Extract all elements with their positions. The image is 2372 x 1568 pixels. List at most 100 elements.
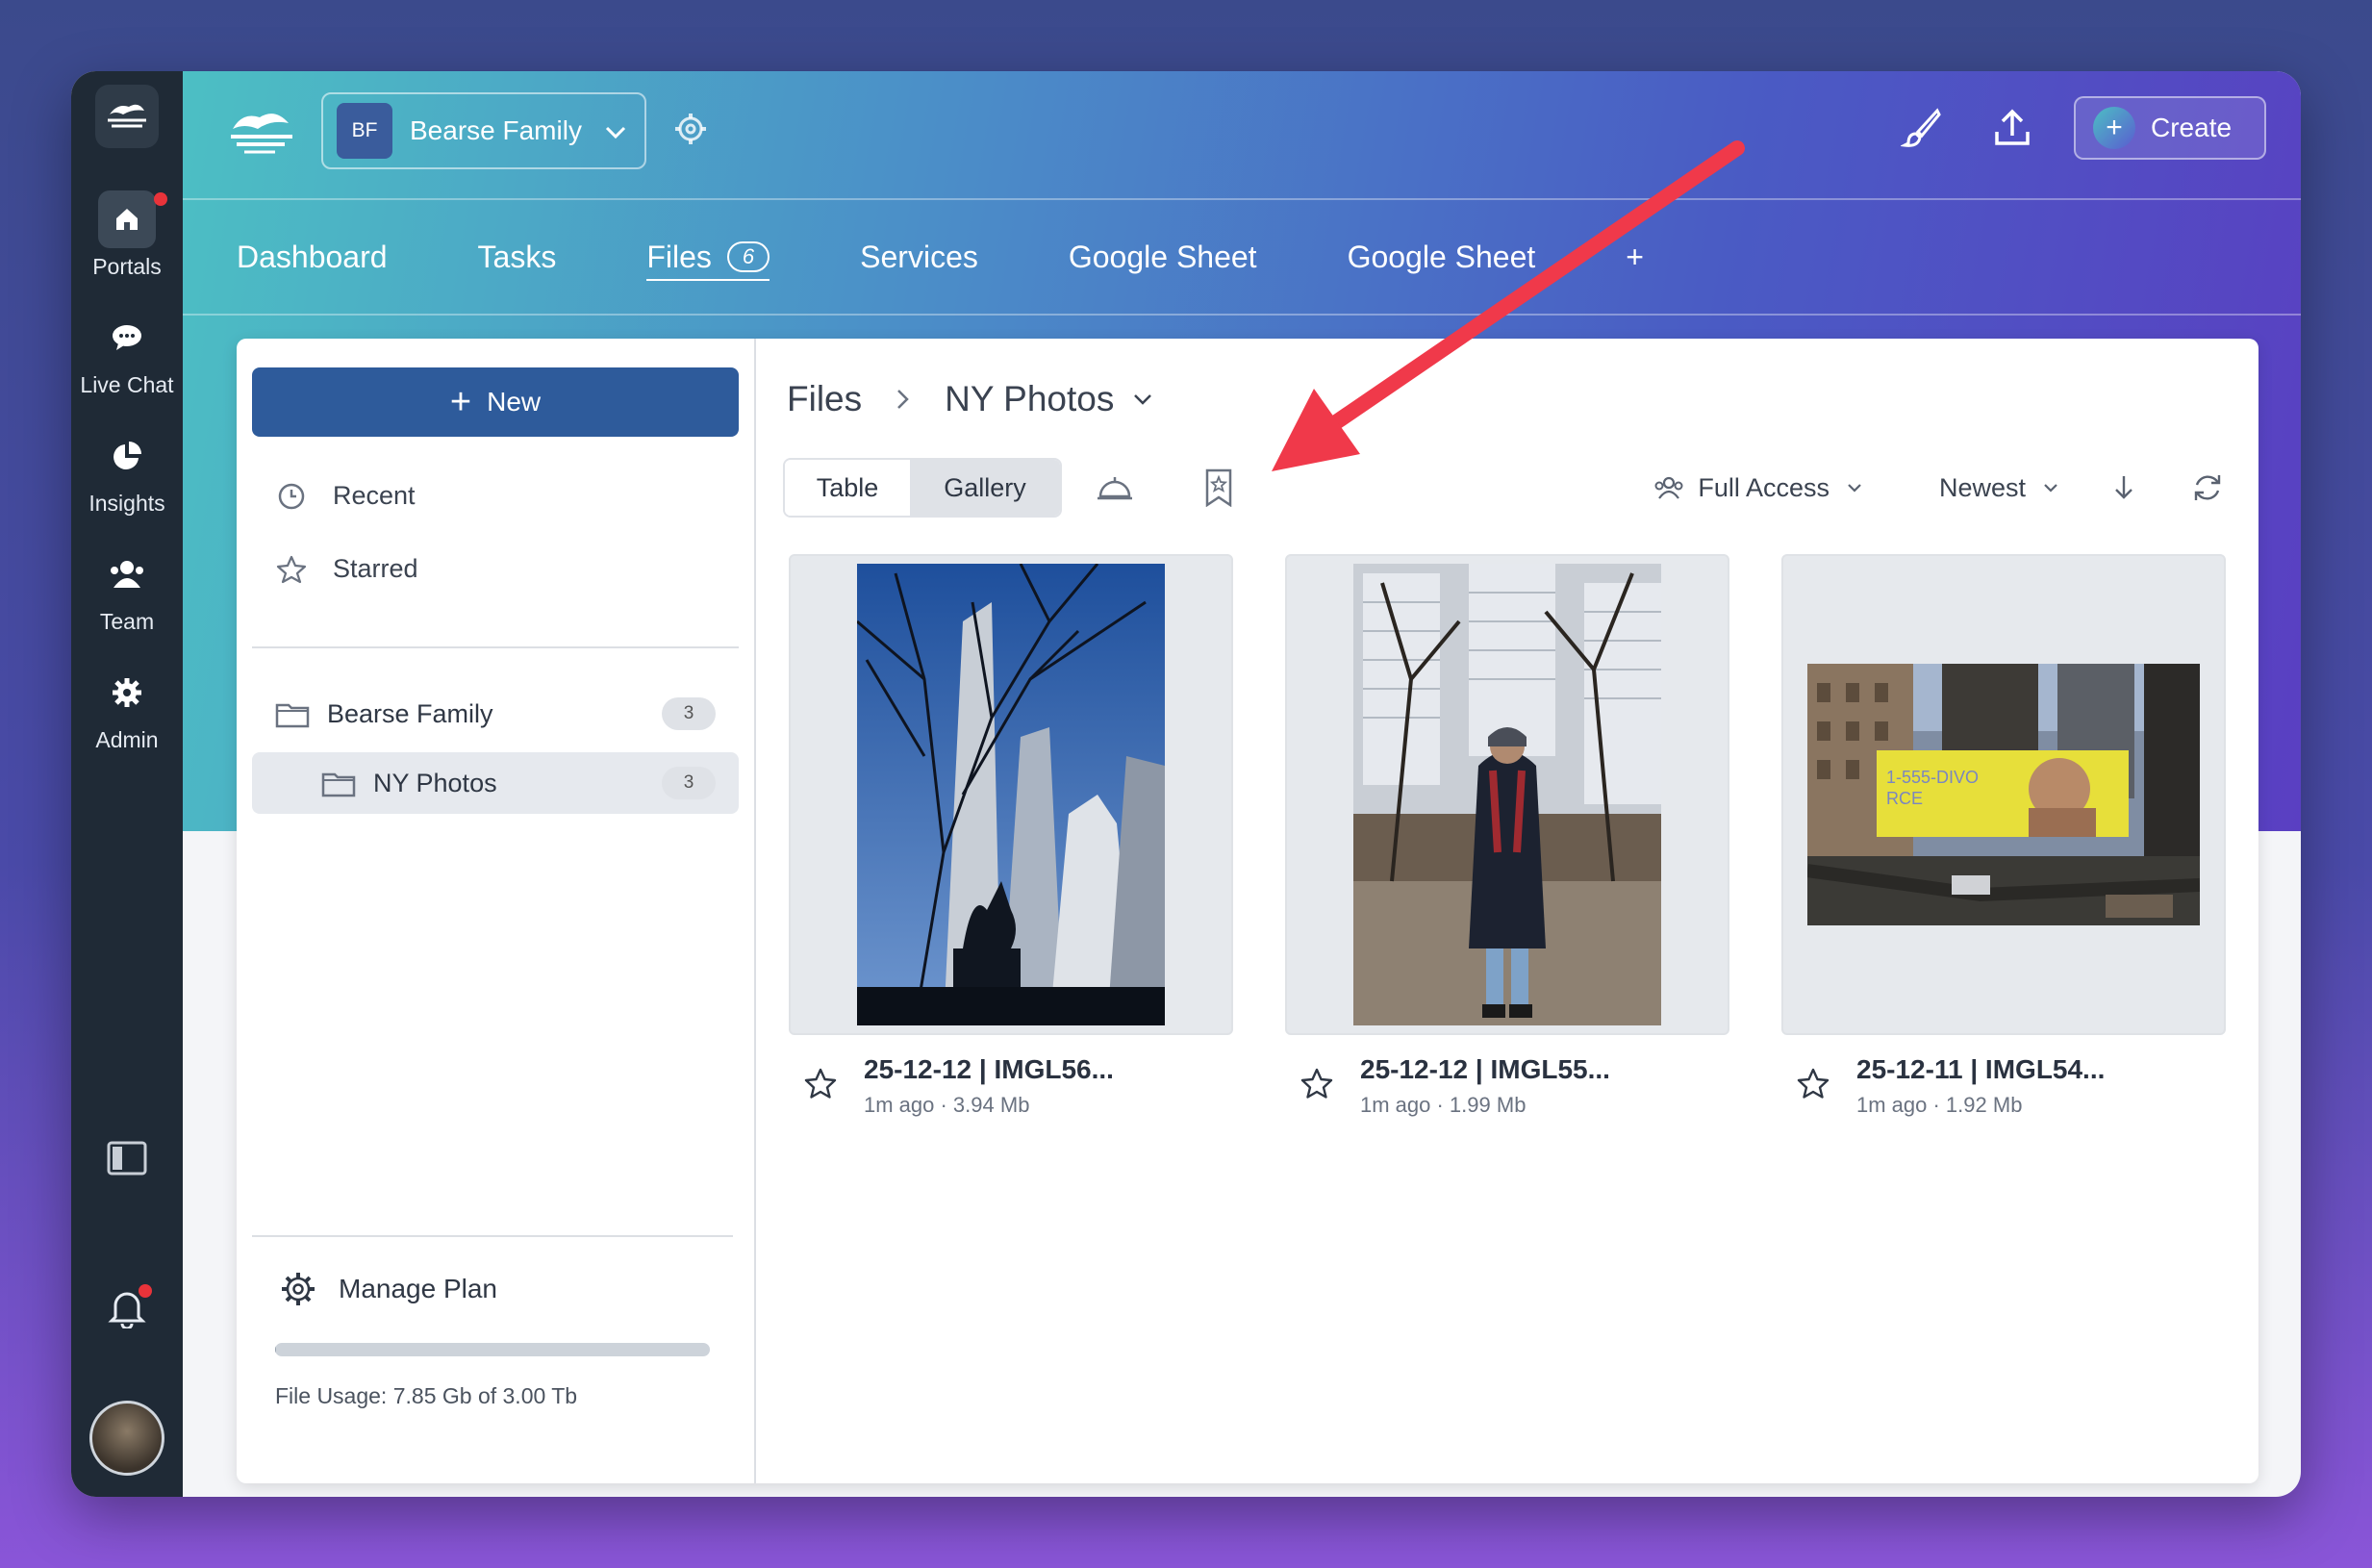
breadcrumb: Files NY Photos [787,379,1152,419]
star-icon[interactable] [1300,1054,1337,1118]
tab-label: Dashboard [237,239,388,274]
view-gallery-button[interactable]: Gallery [910,460,1060,516]
files-content: Files NY Photos Table Gallery Full Acces… [756,339,2258,1483]
folder-label: NY Photos [373,768,497,797]
chat-bubble-icon [98,309,156,367]
breadcrumb-root[interactable]: Files [787,379,862,419]
folder-ny-photos[interactable]: NY Photos 3 [252,752,739,814]
folder-icon [275,699,310,728]
sort-label: Newest [1938,472,2026,502]
photo-woman-in-park [1353,564,1661,1025]
tab-tasks[interactable]: Tasks [478,240,557,275]
tab-files[interactable]: Files 6 [646,240,770,281]
manage-plan-label: Manage Plan [339,1274,498,1303]
rail-item-live-chat[interactable]: Live Chat [80,309,174,398]
service-bell-icon[interactable] [1091,464,1139,512]
tab-label: Google Sheet [1347,239,1536,274]
photo-billboard-street: 1-555-DIVO RCE [1807,664,2200,925]
sort-direction-arrow-down-icon[interactable] [2112,474,2135,501]
rail-item-label: Admin [95,727,159,752]
sort-dropdown[interactable]: Newest [1939,473,2058,503]
chevron-down-icon[interactable] [1133,393,1152,405]
chevron-down-icon [605,115,626,146]
portal-settings-gear-icon[interactable] [671,110,710,153]
brand-logo-icon[interactable] [227,106,296,161]
nav-label: Recent [333,481,416,510]
portal-tabs: Dashboard Tasks Files 6 Services Google … [183,200,2301,316]
tab-label: Google Sheet [1068,239,1257,274]
avatar[interactable] [89,1401,164,1476]
nav-starred[interactable]: Starred [275,554,418,584]
file-name[interactable]: 25-12-12 | IMGL56... [864,1054,1114,1085]
new-button[interactable]: + New [252,367,739,437]
rail-item-portals[interactable]: Portals [92,190,167,280]
upload-icon[interactable] [1983,99,2041,157]
file-meta: 25-12-12 | IMGL56... 1m ago · 3.94 Mb [789,1054,1233,1118]
refresh-icon[interactable] [2191,471,2224,504]
rail-item-label: Insights [88,491,165,516]
folder-bearse-family[interactable]: Bearse Family 3 [252,683,739,745]
image-thumbnail[interactable]: 1-555-DIVO RCE [1781,554,2226,1035]
tab-google-sheet-2[interactable]: Google Sheet [1348,240,1536,275]
tab-dashboard[interactable]: Dashboard [237,240,388,275]
file-name[interactable]: 25-12-12 | IMGL55... [1360,1054,1610,1085]
notifications-button[interactable] [108,1284,152,1333]
view-table-button[interactable]: Table [785,460,910,516]
sidebar-toggle-icon[interactable] [107,1141,147,1180]
file-name[interactable]: 25-12-11 | IMGL54... [1856,1054,2105,1085]
chevron-down-icon [2043,483,2058,493]
people-icon [1653,475,1684,500]
rail-item-label: Live Chat [80,372,174,397]
portal-selector[interactable]: BF Bearse Family [321,92,646,169]
folder-label: Bearse Family [327,698,493,728]
view-toggle: Table Gallery [783,458,1062,518]
star-icon [275,555,308,584]
files-toolbar: Full Access Newest [1596,460,2224,516]
image-thumbnail[interactable] [1285,554,1729,1035]
breadcrumb-current[interactable]: NY Photos [945,379,1114,419]
app-window: Portals Live Chat Insights Team Admin BF… [71,71,2301,1497]
tab-google-sheet[interactable]: Google Sheet [1069,240,1257,275]
clock-icon [275,482,308,511]
tab-label: Files [646,239,712,274]
tab-label: Tasks [477,239,557,274]
file-tile[interactable]: 1-555-DIVO RCE 25-12-11 | IMGL54... 1m a… [1781,554,2226,1118]
star-icon[interactable] [804,1054,841,1118]
files-card: + New Recent Starred Bearse Family 3 NY … [237,339,2258,1483]
file-meta: 25-12-11 | IMGL54... 1m ago · 1.92 Mb [1781,1054,2226,1118]
tab-count-badge: 6 [726,241,770,272]
create-button[interactable]: + Create [2074,96,2266,160]
rail-item-admin[interactable]: Admin [95,664,159,753]
file-tile[interactable]: 25-12-12 | IMGL56... 1m ago · 3.94 Mb [789,554,1233,1118]
folder-icon [321,769,356,797]
notification-dot [139,1284,152,1298]
tab-label: Services [860,239,978,274]
rail-item-team[interactable]: Team [98,545,156,635]
pie-chart-icon [98,427,156,485]
star-icon[interactable] [1797,1054,1833,1118]
app-logo[interactable] [95,85,159,148]
tab-services[interactable]: Services [860,240,978,275]
nav-recent[interactable]: Recent [275,481,416,511]
folder-count-badge: 3 [662,697,716,730]
brush-icon[interactable] [1893,99,1951,157]
top-bar: BF Bearse Family + Create [183,71,2301,200]
file-tile[interactable]: 25-12-12 | IMGL55... 1m ago · 1.99 Mb [1285,554,1729,1118]
file-details: 1m ago · 3.94 Mb [864,1093,1030,1117]
gear-icon [279,1270,317,1308]
add-tab-button[interactable]: + [1626,240,1644,275]
file-details: 1m ago · 1.99 Mb [1360,1093,1527,1117]
manage-plan-button[interactable]: Manage Plan [279,1270,497,1308]
bookmark-star-icon[interactable] [1195,464,1243,512]
rail-item-insights[interactable]: Insights [88,427,165,517]
image-thumbnail[interactable] [789,554,1233,1035]
gear-icon [98,664,156,721]
chevron-right-icon [896,389,910,410]
home-icon [98,190,156,248]
access-filter[interactable]: Full Access [1653,473,1862,503]
files-sidebar: + New Recent Starred Bearse Family 3 NY … [237,339,756,1483]
create-label: Create [2151,113,2233,142]
cloud-logo-icon [108,104,146,128]
file-meta: 25-12-12 | IMGL55... 1m ago · 1.99 Mb [1285,1054,1729,1118]
rail-bottom [71,1141,183,1497]
